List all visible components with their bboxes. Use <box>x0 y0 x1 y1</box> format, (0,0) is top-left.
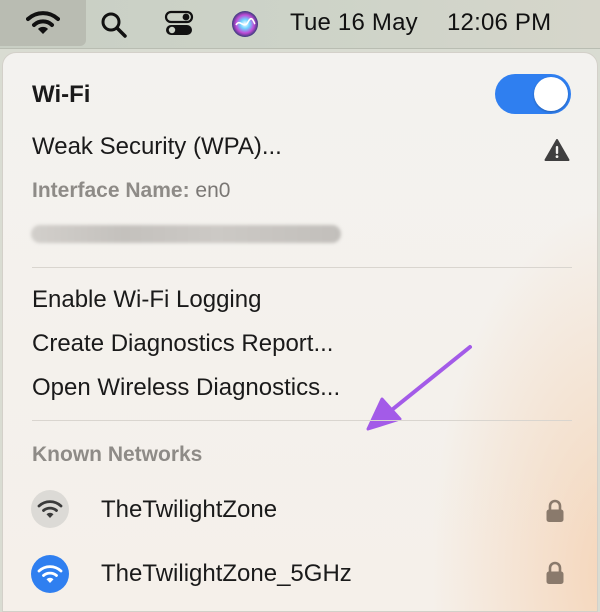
annotation-arrow <box>366 345 472 431</box>
menubar-time[interactable]: 12:06 PM <box>447 9 551 37</box>
known-networks-header: Known Networks <box>32 443 203 466</box>
network-status-text: Weak Security (WPA)... <box>32 133 282 160</box>
control-center-icon[interactable] <box>164 10 194 38</box>
lock-icon <box>546 499 564 522</box>
wifi-menu-panel: Wi-Fi Weak Security (WPA)... Interface N… <box>2 52 598 612</box>
menubar-wifi-button[interactable] <box>0 0 86 46</box>
interface-name-row: Interface Name: en0 <box>32 179 230 203</box>
lock-icon <box>546 561 564 584</box>
open-wireless-diagnostics-item[interactable]: Open Wireless Diagnostics... <box>32 374 340 402</box>
siri-icon[interactable] <box>230 9 260 39</box>
redacted-network-details <box>31 225 341 243</box>
create-diagnostics-report-item[interactable]: Create Diagnostics Report... <box>32 330 333 358</box>
network-wifi-icon <box>31 490 69 528</box>
toggle-knob <box>534 77 568 111</box>
enable-wifi-logging-item[interactable]: Enable Wi-Fi Logging <box>32 286 261 314</box>
panel-title: Wi-Fi <box>32 81 91 108</box>
divider <box>32 420 572 421</box>
menubar-date[interactable]: Tue 16 May <box>290 9 418 37</box>
wifi-icon <box>26 11 60 34</box>
network-name: TheTwilightZone_5GHz <box>101 560 352 587</box>
interface-label: Interface Name: <box>32 179 190 202</box>
divider <box>32 267 572 268</box>
warning-icon <box>544 139 570 161</box>
network-wifi-icon <box>31 555 69 593</box>
network-name: TheTwilightZone <box>101 496 278 523</box>
menu-bar: Tue 16 May 12:06 PM <box>0 0 600 49</box>
interface-value: en0 <box>195 179 231 202</box>
wifi-toggle[interactable] <box>495 74 571 114</box>
search-icon[interactable] <box>100 11 128 39</box>
